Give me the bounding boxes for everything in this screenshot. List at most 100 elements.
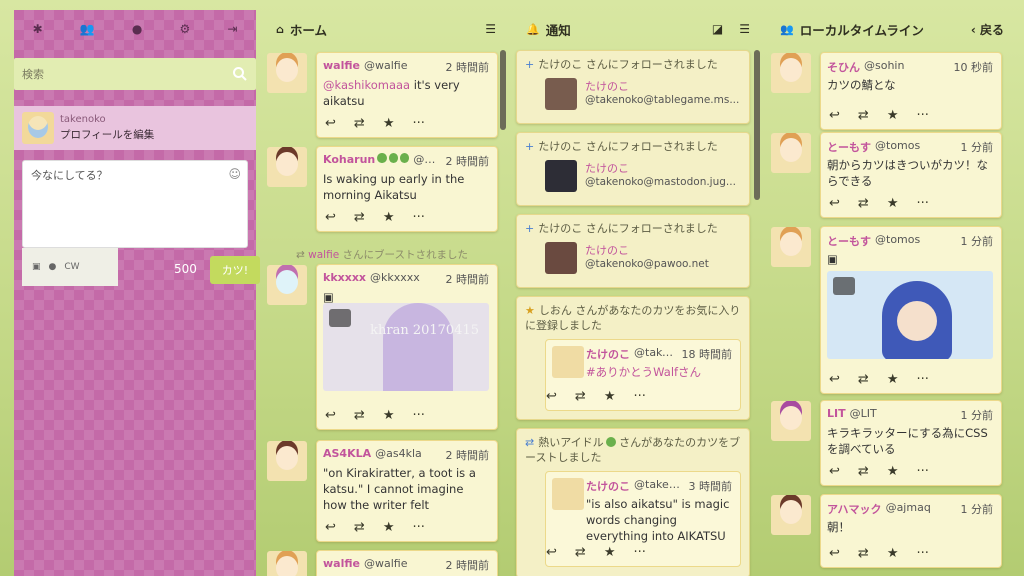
- star-icon[interactable]: ★: [887, 546, 899, 561]
- notification-item[interactable]: + たけのこ さんにフォローされました たけのこ @takenoko@pawoo.n…: [516, 214, 750, 288]
- timestamp[interactable]: 2 時間前: [440, 557, 490, 573]
- scrollbar[interactable]: [754, 50, 760, 200]
- reply-icon[interactable]: ↩: [325, 408, 336, 423]
- status-text[interactable]: #ありかとうWalfさん: [586, 362, 740, 380]
- avatar[interactable]: [22, 112, 54, 144]
- scrollbar[interactable]: [500, 50, 506, 130]
- star-icon[interactable]: ★: [604, 545, 616, 560]
- booster-name[interactable]: walfie: [308, 249, 339, 261]
- boost-icon[interactable]: ⇄: [354, 520, 365, 535]
- more-icon[interactable]: ···: [916, 196, 928, 211]
- home-header[interactable]: ⌂ ホーム ☰: [266, 10, 506, 48]
- avatar[interactable]: [771, 401, 811, 441]
- avatar[interactable]: [267, 53, 307, 93]
- sliders-icon[interactable]: ☰: [485, 22, 496, 36]
- display-name[interactable]: Koharun: [323, 153, 375, 169]
- timestamp[interactable]: 3 時間前: [683, 478, 733, 494]
- globe-icon[interactable]: ●: [49, 262, 57, 272]
- status-card[interactable]: アハマック @ajmaq 1 分前 朝！ ↩ ⇄ ★ ···: [771, 494, 1002, 568]
- boost-icon[interactable]: ⇄: [858, 196, 869, 211]
- avatar[interactable]: [552, 478, 584, 510]
- star-icon[interactable]: ★: [887, 196, 899, 211]
- display-name[interactable]: たけのこ: [585, 78, 739, 94]
- avatar[interactable]: [267, 265, 307, 305]
- reply-icon[interactable]: ↩: [829, 196, 840, 211]
- eye-icon[interactable]: [833, 277, 855, 295]
- more-icon[interactable]: ···: [412, 520, 424, 535]
- display-name[interactable]: AS4KLA: [323, 447, 371, 463]
- timestamp[interactable]: 1 分前: [955, 501, 994, 517]
- status-card[interactable]: kkxxxx @kkxxxx 2 時間前 ▣ khran 20170415 ↩ ⇄…: [267, 264, 498, 430]
- avatar[interactable]: [771, 53, 811, 93]
- star-icon[interactable]: ★: [383, 210, 395, 225]
- compose-textarea[interactable]: 今なにしてる？ ☺: [22, 160, 248, 248]
- star-icon[interactable]: ★: [383, 520, 395, 535]
- timestamp[interactable]: 2 時間前: [440, 447, 490, 463]
- display-name[interactable]: たけのこ: [586, 478, 630, 494]
- boost-icon[interactable]: ⇄: [575, 545, 586, 560]
- display-name[interactable]: アハマック: [827, 501, 882, 517]
- display-name[interactable]: とーもす: [827, 233, 871, 249]
- star-icon[interactable]: ★: [383, 408, 395, 423]
- timestamp[interactable]: 1 分前: [955, 233, 994, 249]
- timestamp[interactable]: 18 時間前: [676, 346, 733, 362]
- avatar[interactable]: [267, 551, 307, 576]
- notification-item[interactable]: + たけのこ さんにフォローされました たけのこ @takenoko@mastodo…: [516, 132, 750, 206]
- eye-icon[interactable]: [329, 309, 351, 327]
- notification-item[interactable]: ★ しおん さんがあなたのカツをお気に入りに登録しました たけのこ @take..…: [516, 296, 750, 420]
- more-icon[interactable]: ···: [916, 546, 928, 561]
- avatar[interactable]: [267, 147, 307, 187]
- camera-icon[interactable]: ▣: [32, 262, 41, 272]
- more-icon[interactable]: ···: [633, 389, 645, 404]
- boost-icon[interactable]: ⇄: [858, 108, 869, 123]
- timestamp[interactable]: 1 分前: [955, 407, 994, 423]
- avatar[interactable]: [552, 346, 584, 378]
- more-icon[interactable]: ···: [916, 372, 928, 387]
- display-name[interactable]: LIT: [827, 407, 846, 423]
- display-name[interactable]: walfie: [323, 59, 360, 75]
- status-card[interactable]: LIT @LIT 1 分前 キラキラッターにする為にCSSを調べている ↩ ⇄ ★ ·…: [771, 400, 1002, 486]
- timestamp[interactable]: 10 秒前: [948, 59, 994, 75]
- display-name[interactable]: そひん: [827, 59, 860, 75]
- notification-item[interactable]: + たけのこ さんにフォローされました たけのこ @takenoko@tablega…: [516, 50, 750, 124]
- status-card[interactable]: walfie @walfie 2 時間前: [267, 550, 498, 576]
- star-icon[interactable]: ★: [604, 389, 616, 404]
- status-card[interactable]: たけのこ @taken... 3 時間前 "is also aikatsu" i…: [545, 471, 741, 567]
- status-card[interactable]: そひん @sohin 10 秒前 カツの鯖とな ↩ ⇄ ★ ···: [771, 52, 1002, 130]
- avatar[interactable]: [545, 242, 577, 274]
- search-icon[interactable]: [232, 66, 248, 82]
- star-icon[interactable]: ★: [887, 108, 899, 123]
- reply-icon[interactable]: ↩: [829, 546, 840, 561]
- mention-link[interactable]: @kashikomaaa: [323, 78, 410, 92]
- reply-icon[interactable]: ↩: [325, 116, 336, 131]
- users-icon[interactable]: 👥: [80, 22, 95, 36]
- star-icon[interactable]: ★: [383, 116, 395, 131]
- media-attachment[interactable]: khran 20170415: [323, 303, 489, 391]
- more-icon[interactable]: ···: [916, 108, 928, 123]
- notification-text-prefix[interactable]: 熱いアイドル: [538, 436, 603, 449]
- avatar[interactable]: [545, 160, 577, 192]
- status-card[interactable]: AS4KLA @as4kla 2 時間前 "on Kirakiratter, a…: [267, 440, 498, 542]
- display-name[interactable]: とーもす: [827, 139, 871, 155]
- reply-icon[interactable]: ↩: [325, 210, 336, 225]
- status-card[interactable]: walfie @walfie 2 時間前 @kashikomaaa it's v…: [267, 52, 498, 138]
- more-icon[interactable]: ···: [412, 408, 424, 423]
- boost-icon[interactable]: ⇄: [858, 546, 869, 561]
- reply-icon[interactable]: ↩: [325, 520, 336, 535]
- timestamp[interactable]: 2 時間前: [440, 271, 490, 287]
- search-input[interactable]: 検索: [14, 58, 256, 90]
- notifications-header[interactable]: 🔔 通知 ◪ ☰: [516, 10, 760, 48]
- reply-icon[interactable]: ↩: [546, 545, 557, 560]
- boost-icon[interactable]: ⇄: [354, 210, 365, 225]
- boost-icon[interactable]: ⇄: [858, 464, 869, 479]
- display-name[interactable]: たけのこ: [586, 346, 630, 362]
- reply-icon[interactable]: ↩: [546, 389, 557, 404]
- timestamp[interactable]: 2 時間前: [440, 59, 490, 75]
- status-card[interactable]: たけのこ @take... 18 時間前 #ありかとうWalfさん ↩ ⇄ ★ ···: [545, 339, 741, 411]
- globe-icon[interactable]: ●: [132, 22, 142, 36]
- status-card[interactable]: とーもす @tomos 1 分前 朝からカツはきついがカツ！ならできる ↩ ⇄ ★ ·…: [771, 132, 1002, 218]
- more-icon[interactable]: ···: [633, 545, 645, 560]
- display-name[interactable]: たけのこ: [585, 242, 709, 258]
- boost-icon[interactable]: ⇄: [354, 116, 365, 131]
- display-name[interactable]: walfie: [323, 557, 360, 573]
